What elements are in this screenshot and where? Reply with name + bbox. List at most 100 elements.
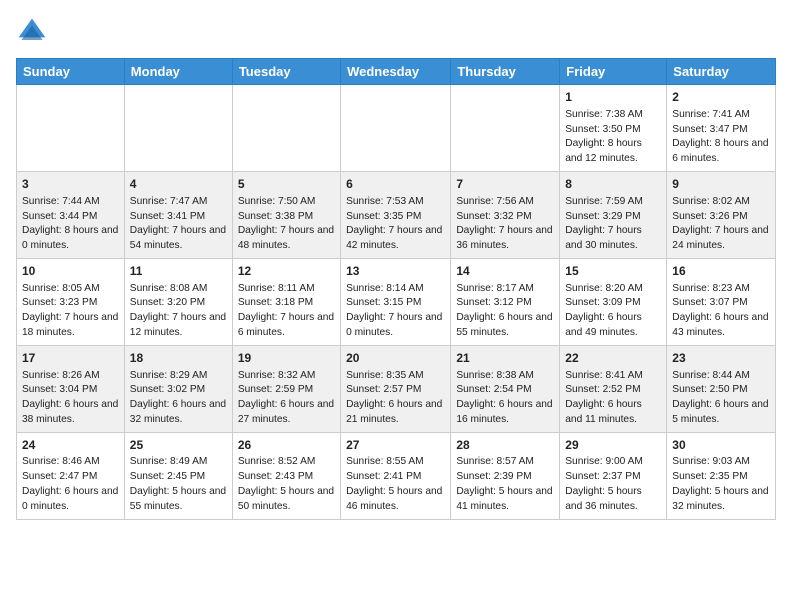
day-number: 2 <box>672 89 770 106</box>
day-number: 10 <box>22 263 119 280</box>
day-info: Sunrise: 8:55 AM Sunset: 2:41 PM Dayligh… <box>346 455 445 514</box>
day-cell: 10 Sunrise: 8:05 AM Sunset: 3:23 PM Dayli… <box>17 258 125 345</box>
day-cell: 7Sunrise: 7:56 AM Sunset: 3:32 PM Daylig… <box>451 171 560 258</box>
day-number: 3 <box>22 176 119 193</box>
day-cell: 16 Sunrise: 8:23 AM Sunset: 3:07 PM Dayli… <box>667 258 776 345</box>
day-number: 29 <box>565 437 661 454</box>
day-number: 16 <box>672 263 770 280</box>
day-cell: 4Sunrise: 7:47 AM Sunset: 3:41 PM Daylig… <box>124 171 232 258</box>
day-number: 20 <box>346 350 445 367</box>
day-cell: 5 Sunrise: 7:50 AM Sunset: 3:38 PM Daylig… <box>232 171 340 258</box>
day-cell: 18 Sunrise: 8:29 AM Sunset: 3:02 PM Dayli… <box>124 345 232 432</box>
day-number: 6 <box>346 176 445 193</box>
week-row-0: 1Sunrise: 7:38 AM Sunset: 3:50 PM Daylig… <box>17 85 776 172</box>
day-cell: 3 Sunrise: 7:44 AM Sunset: 3:44 PM Daylig… <box>17 171 125 258</box>
day-cell <box>451 85 560 172</box>
day-number: 11 <box>130 263 227 280</box>
day-cell: 11 Sunrise: 8:08 AM Sunset: 3:20 PM Dayli… <box>124 258 232 345</box>
day-cell: 17 Sunrise: 8:26 AM Sunset: 3:04 PM Dayli… <box>17 345 125 432</box>
day-number: 23 <box>672 350 770 367</box>
header-cell-tuesday: Tuesday <box>232 59 340 85</box>
day-cell: 8 Sunrise: 7:59 AM Sunset: 3:29 PM Daylig… <box>560 171 667 258</box>
page: SundayMondayTuesdayWednesdayThursdayFrid… <box>0 0 792 536</box>
day-number: 30 <box>672 437 770 454</box>
day-info: Sunrise: 8:14 AM Sunset: 3:15 PM Dayligh… <box>346 282 445 341</box>
day-cell: 29Sunrise: 9:00 AM Sunset: 2:37 PM Dayli… <box>560 432 667 519</box>
week-row-3: 17 Sunrise: 8:26 AM Sunset: 3:04 PM Dayli… <box>17 345 776 432</box>
day-cell: 14 Sunrise: 8:17 AM Sunset: 3:12 PM Dayli… <box>451 258 560 345</box>
day-number: 21 <box>456 350 554 367</box>
day-cell <box>124 85 232 172</box>
day-number: 17 <box>22 350 119 367</box>
day-cell: 24Sunrise: 8:46 AM Sunset: 2:47 PM Dayli… <box>17 432 125 519</box>
day-info: Sunrise: 7:53 AM Sunset: 3:35 PM Dayligh… <box>346 195 445 254</box>
day-number: 9 <box>672 176 770 193</box>
day-number: 8 <box>565 176 661 193</box>
header-cell-thursday: Thursday <box>451 59 560 85</box>
day-info: Sunrise: 8:44 AM Sunset: 2:50 PM Dayligh… <box>672 369 770 428</box>
day-cell <box>232 85 340 172</box>
day-cell: 12 Sunrise: 8:11 AM Sunset: 3:18 PM Dayli… <box>232 258 340 345</box>
day-number: 15 <box>565 263 661 280</box>
day-number: 1 <box>565 89 661 106</box>
day-info: Sunrise: 8:23 AM Sunset: 3:07 PM Dayligh… <box>672 282 770 341</box>
day-cell: 19Sunrise: 8:32 AM Sunset: 2:59 PM Dayli… <box>232 345 340 432</box>
day-cell: 30Sunrise: 9:03 AM Sunset: 2:35 PM Dayli… <box>667 432 776 519</box>
day-info: Sunrise: 8:17 AM Sunset: 3:12 PM Dayligh… <box>456 282 554 341</box>
calendar-body: 1Sunrise: 7:38 AM Sunset: 3:50 PM Daylig… <box>17 85 776 520</box>
day-info: Sunrise: 9:00 AM Sunset: 2:37 PM Dayligh… <box>565 455 661 514</box>
day-info: Sunrise: 7:59 AM Sunset: 3:29 PM Dayligh… <box>565 195 661 254</box>
day-cell: 25Sunrise: 8:49 AM Sunset: 2:45 PM Dayli… <box>124 432 232 519</box>
day-cell <box>341 85 451 172</box>
day-cell: 21Sunrise: 8:38 AM Sunset: 2:54 PM Dayli… <box>451 345 560 432</box>
day-info: Sunrise: 8:20 AM Sunset: 3:09 PM Dayligh… <box>565 282 661 341</box>
header-cell-sunday: Sunday <box>17 59 125 85</box>
day-info: Sunrise: 8:11 AM Sunset: 3:18 PM Dayligh… <box>238 282 335 341</box>
day-cell: 27Sunrise: 8:55 AM Sunset: 2:41 PM Dayli… <box>341 432 451 519</box>
calendar-header: SundayMondayTuesdayWednesdayThursdayFrid… <box>17 59 776 85</box>
day-info: Sunrise: 7:50 AM Sunset: 3:38 PM Dayligh… <box>238 195 335 254</box>
day-number: 5 <box>238 176 335 193</box>
day-number: 26 <box>238 437 335 454</box>
day-info: Sunrise: 7:44 AM Sunset: 3:44 PM Dayligh… <box>22 195 119 254</box>
day-info: Sunrise: 8:08 AM Sunset: 3:20 PM Dayligh… <box>130 282 227 341</box>
day-info: Sunrise: 7:41 AM Sunset: 3:47 PM Dayligh… <box>672 108 770 167</box>
header-cell-saturday: Saturday <box>667 59 776 85</box>
day-cell: 22Sunrise: 8:41 AM Sunset: 2:52 PM Dayli… <box>560 345 667 432</box>
day-cell: 6 Sunrise: 7:53 AM Sunset: 3:35 PM Daylig… <box>341 171 451 258</box>
day-cell: 20 Sunrise: 8:35 AM Sunset: 2:57 PM Dayli… <box>341 345 451 432</box>
day-number: 13 <box>346 263 445 280</box>
logo-icon <box>16 16 48 48</box>
day-info: Sunrise: 8:57 AM Sunset: 2:39 PM Dayligh… <box>456 455 554 514</box>
header-cell-wednesday: Wednesday <box>341 59 451 85</box>
day-cell: 13 Sunrise: 8:14 AM Sunset: 3:15 PM Dayli… <box>341 258 451 345</box>
day-cell: 23 Sunrise: 8:44 AM Sunset: 2:50 PM Dayli… <box>667 345 776 432</box>
day-cell: 26Sunrise: 8:52 AM Sunset: 2:43 PM Dayli… <box>232 432 340 519</box>
header-row: SundayMondayTuesdayWednesdayThursdayFrid… <box>17 59 776 85</box>
day-number: 18 <box>130 350 227 367</box>
day-info: Sunrise: 8:49 AM Sunset: 2:45 PM Dayligh… <box>130 455 227 514</box>
day-number: 25 <box>130 437 227 454</box>
week-row-4: 24Sunrise: 8:46 AM Sunset: 2:47 PM Dayli… <box>17 432 776 519</box>
day-info: Sunrise: 8:46 AM Sunset: 2:47 PM Dayligh… <box>22 455 119 514</box>
day-info: Sunrise: 8:02 AM Sunset: 3:26 PM Dayligh… <box>672 195 770 254</box>
calendar-table: SundayMondayTuesdayWednesdayThursdayFrid… <box>16 58 776 520</box>
day-info: Sunrise: 8:35 AM Sunset: 2:57 PM Dayligh… <box>346 369 445 428</box>
day-info: Sunrise: 8:52 AM Sunset: 2:43 PM Dayligh… <box>238 455 335 514</box>
day-number: 4 <box>130 176 227 193</box>
day-number: 28 <box>456 437 554 454</box>
day-info: Sunrise: 8:05 AM Sunset: 3:23 PM Dayligh… <box>22 282 119 341</box>
day-number: 19 <box>238 350 335 367</box>
header-cell-friday: Friday <box>560 59 667 85</box>
day-cell: 28Sunrise: 8:57 AM Sunset: 2:39 PM Dayli… <box>451 432 560 519</box>
day-number: 12 <box>238 263 335 280</box>
day-number: 27 <box>346 437 445 454</box>
day-info: Sunrise: 8:26 AM Sunset: 3:04 PM Dayligh… <box>22 369 119 428</box>
week-row-1: 3 Sunrise: 7:44 AM Sunset: 3:44 PM Daylig… <box>17 171 776 258</box>
day-info: Sunrise: 9:03 AM Sunset: 2:35 PM Dayligh… <box>672 455 770 514</box>
day-cell: 15 Sunrise: 8:20 AM Sunset: 3:09 PM Dayli… <box>560 258 667 345</box>
day-info: Sunrise: 8:29 AM Sunset: 3:02 PM Dayligh… <box>130 369 227 428</box>
day-info: Sunrise: 7:56 AM Sunset: 3:32 PM Dayligh… <box>456 195 554 254</box>
week-row-2: 10 Sunrise: 8:05 AM Sunset: 3:23 PM Dayli… <box>17 258 776 345</box>
day-number: 14 <box>456 263 554 280</box>
